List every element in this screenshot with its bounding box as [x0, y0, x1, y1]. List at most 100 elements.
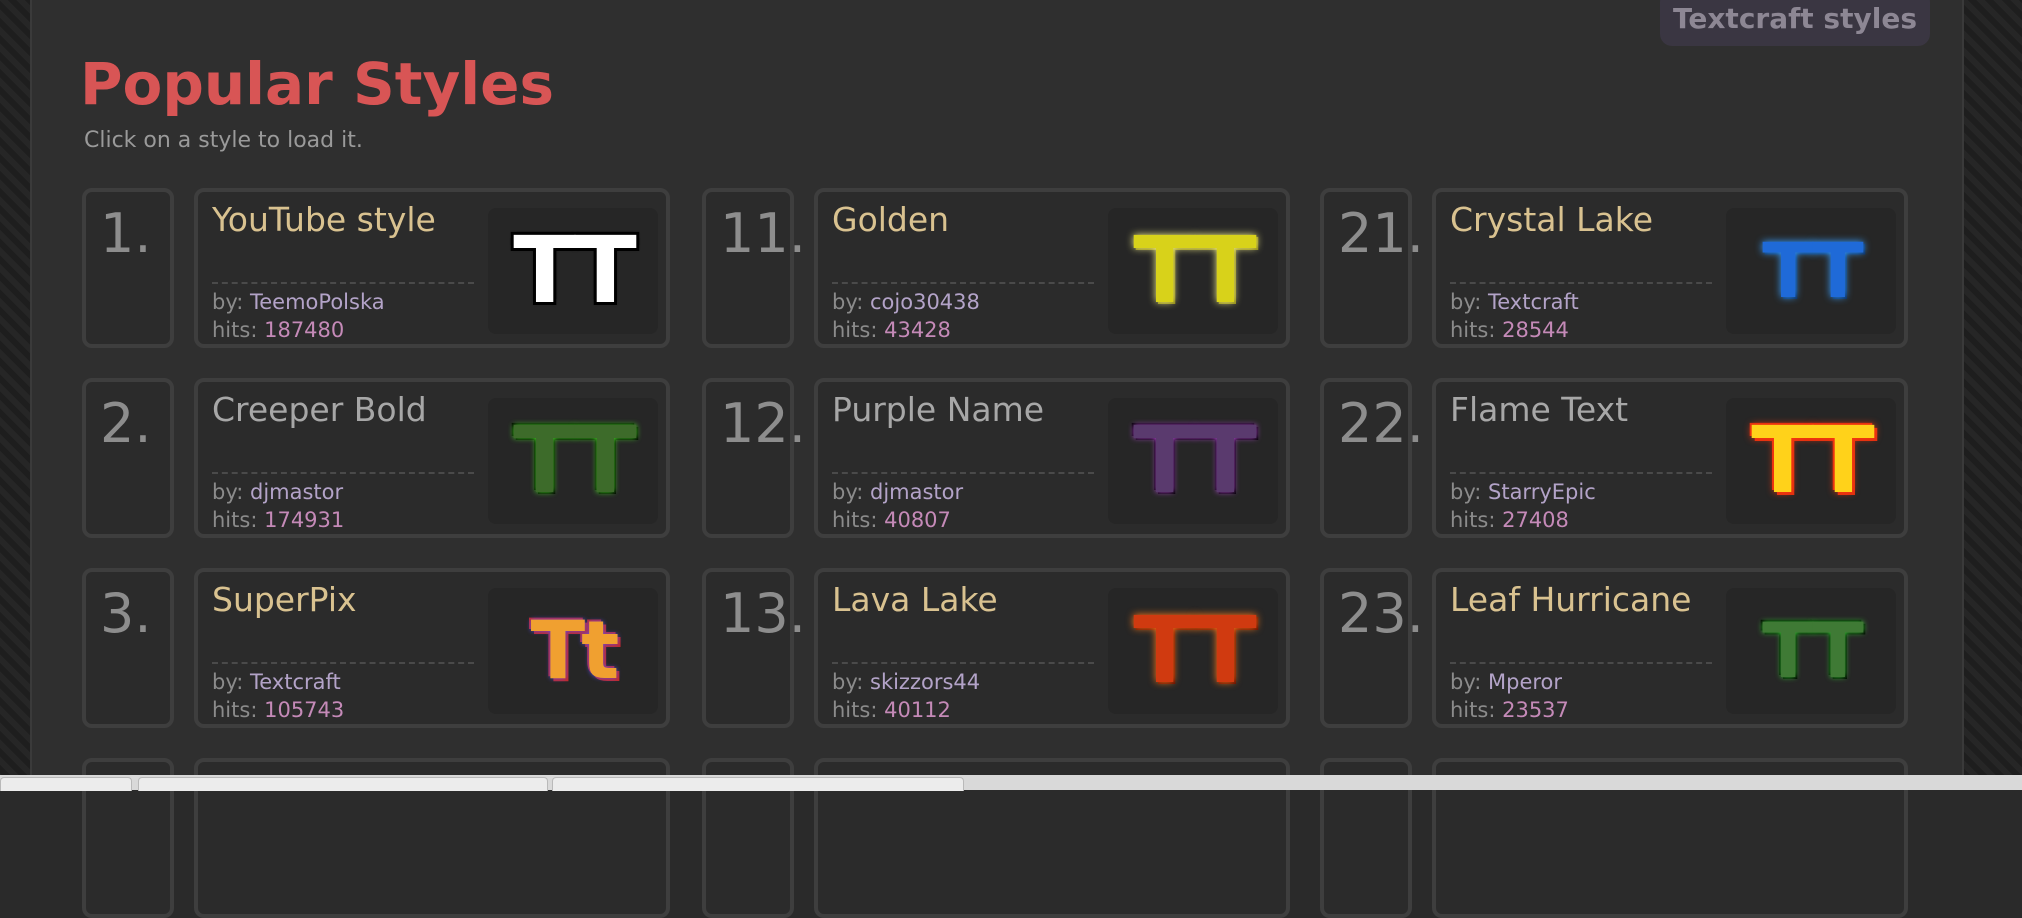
browser-tab[interactable]: [0, 777, 132, 791]
rank-number: 11.: [702, 188, 806, 348]
hits-line: hits: 40112: [832, 698, 951, 722]
style-card[interactable]: Creeper Bold by: djmastor hits: 174931 T…: [194, 378, 670, 538]
thumbnail-text: TT: [1133, 217, 1257, 324]
author-name: cojo30438: [870, 290, 980, 314]
rank-number: 23.: [1320, 568, 1424, 728]
textcraft-styles-tab[interactable]: Textcraft styles: [1660, 0, 1930, 46]
thumbnail-text: TT: [1762, 606, 1863, 695]
style-card[interactable]: Golden by: cojo30438 hits: 43428 TT: [814, 188, 1290, 348]
author-name: TeemoPolska: [250, 290, 385, 314]
by-label: by:: [1450, 290, 1482, 314]
separator: [832, 282, 1094, 284]
browser-tab[interactable]: [552, 777, 964, 791]
hits-count: 187480: [264, 318, 345, 342]
style-card[interactable]: Lava Lake by: skizzors44 hits: 40112 TT: [814, 568, 1290, 728]
author-name: Mperor: [1488, 670, 1563, 694]
hits-line: hits: 27408: [1450, 508, 1569, 532]
hits-label: hits:: [1450, 318, 1496, 342]
youtube-style-thumbnail: TT: [488, 208, 658, 334]
style-name: Creeper Bold: [212, 390, 427, 429]
browser-tab[interactable]: [138, 777, 548, 791]
rank-number: 1.: [82, 188, 174, 348]
author-line: by: skizzors44: [832, 670, 980, 694]
separator: [212, 662, 474, 664]
hits-label: hits:: [212, 698, 258, 722]
style-name: Golden: [832, 200, 950, 239]
author-name: StarryEpic: [1488, 480, 1596, 504]
left-background-border: [0, 0, 30, 790]
by-label: by:: [212, 290, 244, 314]
by-label: by:: [832, 480, 864, 504]
hits-count: 28544: [1502, 318, 1569, 342]
style-name: YouTube style: [212, 200, 436, 239]
hits-count: 23537: [1502, 698, 1569, 722]
style-card[interactable]: Purple Name by: djmastor hits: 40807 TT: [814, 378, 1290, 538]
hits-line: hits: 23537: [1450, 698, 1569, 722]
flame-text-thumbnail: TT: [1726, 398, 1896, 524]
author-line: by: djmastor: [212, 480, 343, 504]
by-label: by:: [212, 480, 244, 504]
thumbnail-text: TT: [1133, 597, 1257, 704]
separator: [832, 662, 1094, 664]
style-name: Flame Text: [1450, 390, 1629, 429]
author-line: by: TeemoPolska: [212, 290, 385, 314]
thumbnail-text: TT: [513, 407, 637, 514]
style-card[interactable]: Leaf Hurricane by: Mperor hits: 23537 TT: [1432, 568, 1908, 728]
author-name: Textcraft: [1488, 290, 1579, 314]
hits-label: hits:: [212, 318, 258, 342]
style-card[interactable]: Crystal Lake by: Textcraft hits: 28544 T…: [1432, 188, 1908, 348]
crystal-lake-thumbnail: TT: [1726, 208, 1896, 334]
by-label: by:: [1450, 670, 1482, 694]
hits-label: hits:: [1450, 698, 1496, 722]
right-background-border: [1960, 0, 2022, 790]
author-line: by: cojo30438: [832, 290, 980, 314]
hits-label: hits:: [832, 508, 878, 532]
style-name: Lava Lake: [832, 580, 998, 619]
page-title: Popular Styles: [80, 50, 555, 118]
style-card[interactable]: YouTube style by: TeemoPolska hits: 1874…: [194, 188, 670, 348]
style-card[interactable]: Flame Text by: StarryEpic hits: 27408 TT: [1432, 378, 1908, 538]
superpix-thumbnail: Tt: [488, 588, 658, 714]
author-line: by: Textcraft: [212, 670, 341, 694]
hits-label: hits:: [212, 508, 258, 532]
by-label: by:: [832, 290, 864, 314]
purple-name-thumbnail: TT: [1108, 398, 1278, 524]
leaf-hurricane-thumbnail: TT: [1726, 588, 1896, 714]
separator: [212, 472, 474, 474]
thumbnail-text: TT: [1133, 407, 1257, 514]
by-label: by:: [1450, 480, 1482, 504]
style-name: SuperPix: [212, 580, 357, 619]
thumbnail-text: TT: [513, 217, 637, 324]
style-card[interactable]: SuperPix by: Textcraft hits: 105743 Tt: [194, 568, 670, 728]
rank-number: 22.: [1320, 378, 1424, 538]
rank-number: 2.: [82, 378, 174, 538]
rank-number: 13.: [702, 568, 806, 728]
hits-line: hits: 40807: [832, 508, 951, 532]
style-name: Purple Name: [832, 390, 1045, 429]
browser-tab-strip: [0, 775, 2022, 791]
thumbnail-text: TT: [1751, 407, 1875, 514]
separator: [1450, 282, 1712, 284]
creeper-bold-thumbnail: TT: [488, 398, 658, 524]
hits-line: hits: 105743: [212, 698, 344, 722]
rank-number: 12.: [702, 378, 806, 538]
separator: [1450, 662, 1712, 664]
hits-label: hits:: [832, 318, 878, 342]
author-name: djmastor: [250, 480, 344, 504]
golden-thumbnail: TT: [1108, 208, 1278, 334]
hits-count: 27408: [1502, 508, 1569, 532]
hits-label: hits:: [1450, 508, 1496, 532]
hits-count: 40807: [884, 508, 951, 532]
hits-line: hits: 187480: [212, 318, 344, 342]
author-line: by: Mperor: [1450, 670, 1562, 694]
hits-count: 43428: [884, 318, 951, 342]
hits-label: hits:: [832, 698, 878, 722]
rank-number: 21.: [1320, 188, 1424, 348]
hits-line: hits: 43428: [832, 318, 951, 342]
page-subtitle: Click on a style to load it.: [84, 128, 363, 153]
rank-number: 3.: [82, 568, 174, 728]
hits-count: 174931: [264, 508, 345, 532]
author-line: by: StarryEpic: [1450, 480, 1596, 504]
hits-line: hits: 28544: [1450, 318, 1569, 342]
separator: [212, 282, 474, 284]
